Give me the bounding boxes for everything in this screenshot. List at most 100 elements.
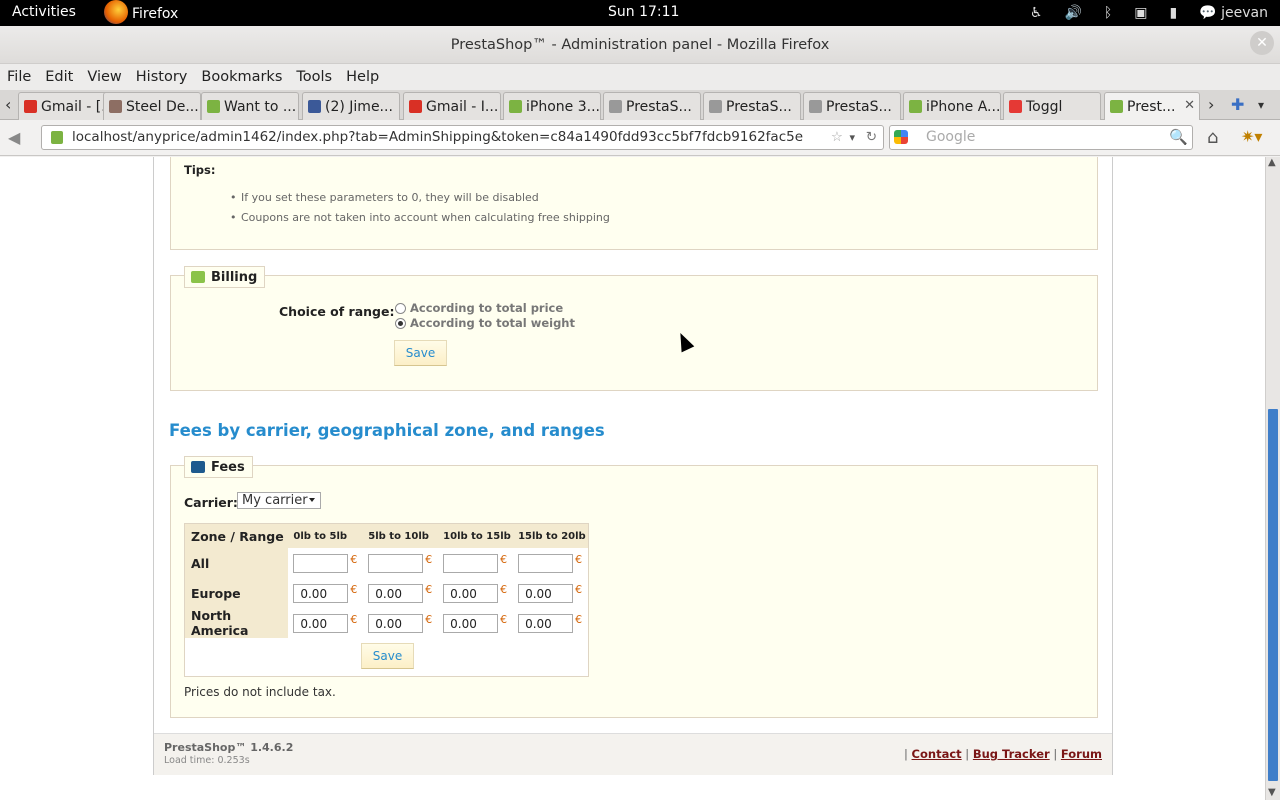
zone-name: North America — [185, 608, 289, 638]
tab-close-icon[interactable]: ✕ — [1184, 98, 1195, 113]
window-close-icon[interactable]: ✕ — [1250, 31, 1274, 55]
currency-symbol: € — [575, 552, 583, 566]
app-menu[interactable]: Firefox — [104, 0, 178, 24]
menu-edit[interactable]: Edit — [45, 69, 73, 85]
fee-input[interactable] — [368, 614, 424, 634]
bluetooth-icon[interactable]: ᛒ — [1104, 5, 1112, 21]
network-icon[interactable]: ▣ — [1134, 5, 1147, 21]
tips-panel: Tips: If you set these parameters to 0, … — [170, 157, 1098, 250]
range-weight-radio[interactable]: According to total weight — [395, 316, 575, 330]
page-viewport: Tips: If you set these parameters to 0, … — [0, 157, 1265, 800]
fee-input[interactable] — [368, 584, 424, 604]
tab[interactable]: Gmail - [... — [18, 92, 116, 120]
menu-file[interactable]: File — [7, 69, 31, 85]
radio-button-selected[interactable] — [395, 317, 406, 329]
tab[interactable]: (2) Jime... — [302, 92, 400, 120]
menu-tools[interactable]: Tools — [296, 69, 332, 85]
addon-icon[interactable]: ✷▾ — [1241, 127, 1262, 146]
carrier-label: Carrier: — [184, 495, 238, 510]
volume-icon[interactable]: 🔊 — [1064, 5, 1081, 21]
page-footer: PrestaShop™ 1.4.6.2 Load time: 0.253s | … — [154, 733, 1112, 775]
gmail-icon — [409, 100, 422, 113]
footer-links: | Contact | Bug Tracker | Forum — [904, 747, 1102, 761]
system-tray: ♿ 🔊 ᛒ ▣ ▮ 💬 jeevan — [1030, 0, 1280, 26]
reload-icon[interactable]: ↻ — [866, 126, 877, 149]
range-price-radio[interactable]: According to total price — [395, 301, 563, 315]
toggl-icon — [1009, 100, 1022, 113]
clock[interactable]: Sun 17:11 — [608, 4, 679, 20]
menu-view[interactable]: View — [87, 69, 121, 85]
fee-input[interactable] — [293, 614, 349, 634]
scroll-up-icon[interactable]: ▲ — [1268, 157, 1276, 168]
tab[interactable]: PrestaS... — [703, 92, 801, 120]
fee-input[interactable] — [443, 584, 499, 604]
google-icon[interactable] — [894, 130, 908, 144]
tax-note: Prices do not include tax. — [184, 685, 336, 699]
tab[interactable]: PrestaS... — [603, 92, 701, 120]
radio-button[interactable] — [395, 302, 406, 314]
prestashop-icon — [207, 100, 220, 113]
tab[interactable]: Gmail - I... — [403, 92, 501, 120]
bookmark-star-icon[interactable]: ☆ — [831, 126, 843, 149]
prestashop-icon — [909, 100, 922, 113]
user-menu[interactable]: 💬 jeevan — [1199, 5, 1268, 21]
tab-scroll-right-icon[interactable]: › — [1208, 95, 1214, 114]
accessibility-icon[interactable]: ♿ — [1030, 5, 1043, 21]
fee-input[interactable] — [518, 554, 574, 574]
zone-name: Europe — [185, 578, 289, 608]
url-bar[interactable]: localhost/anyprice/admin1462/index.php?t… — [41, 125, 884, 150]
tip-item: Coupons are not taken into account when … — [230, 211, 610, 224]
tab-scroll-left-icon[interactable]: ‹ — [5, 95, 11, 114]
window-title-bar: PrestaShop™ - Administration panel - Moz… — [0, 26, 1280, 64]
home-icon[interactable]: ⌂ — [1207, 127, 1218, 148]
column-header: 15lb to 20lb — [513, 524, 588, 548]
fee-input[interactable] — [443, 614, 499, 634]
tab-active[interactable]: Prest... ✕ — [1104, 92, 1200, 120]
scrollbar-thumb[interactable] — [1268, 409, 1278, 781]
scroll-down-icon[interactable]: ▼ — [1268, 787, 1276, 798]
currency-symbol: € — [575, 582, 583, 596]
tab[interactable]: Want to ... — [201, 92, 299, 120]
currency-symbol: € — [350, 582, 358, 596]
search-bar[interactable]: Google 🔍 — [889, 125, 1193, 150]
fee-input[interactable] — [518, 614, 574, 634]
page-scrollbar[interactable]: ▲ ▼ — [1265, 157, 1280, 800]
contact-link[interactable]: Contact — [912, 747, 962, 761]
carrier-select[interactable]: My carrier — [237, 492, 321, 509]
currency-symbol: € — [500, 552, 508, 566]
bug-tracker-link[interactable]: Bug Tracker — [973, 747, 1050, 761]
user-name: jeevan — [1221, 5, 1268, 21]
choice-of-range-label: Choice of range: — [279, 304, 395, 319]
menu-help[interactable]: Help — [346, 69, 379, 85]
site-favicon-icon — [109, 100, 122, 113]
tab[interactable]: PrestaS... — [803, 92, 901, 120]
tab[interactable]: Steel De... — [103, 92, 201, 120]
fee-input[interactable] — [368, 554, 424, 574]
site-identity-icon[interactable] — [51, 131, 63, 144]
tab-list-icon[interactable]: ▾ — [1258, 98, 1264, 112]
fee-input[interactable] — [293, 554, 349, 574]
url-dropdown-icon[interactable]: ▾ — [849, 126, 855, 149]
fee-input[interactable] — [293, 584, 349, 604]
fees-legend: Fees — [184, 456, 253, 478]
fees-save-button[interactable]: Save — [361, 643, 414, 669]
billing-save-button[interactable]: Save — [394, 340, 447, 366]
search-icon[interactable]: 🔍 — [1169, 126, 1188, 149]
tab[interactable]: Toggl — [1003, 92, 1101, 120]
fee-input[interactable] — [518, 584, 574, 604]
forum-link[interactable]: Forum — [1061, 747, 1102, 761]
new-tab-icon[interactable]: ✚ — [1231, 95, 1244, 114]
menu-history[interactable]: History — [136, 69, 188, 85]
fee-input[interactable] — [443, 554, 499, 574]
menu-bookmarks[interactable]: Bookmarks — [201, 69, 282, 85]
fees-table: Zone / Range 0lb to 5lb 5lb to 10lb 10lb… — [185, 524, 588, 638]
prestashop-icon — [509, 100, 522, 113]
activities-button[interactable]: Activities — [12, 4, 76, 20]
tab-bar: ‹ Gmail - [... Steel De... Want to ... (… — [0, 90, 1280, 120]
table-row: North America € € € € — [185, 608, 588, 638]
back-icon[interactable]: ◀ — [8, 128, 20, 147]
battery-icon[interactable]: ▮ — [1170, 5, 1178, 21]
load-time: Load time: 0.253s — [164, 755, 250, 766]
tab[interactable]: iPhone 3... — [503, 92, 601, 120]
tab[interactable]: iPhone A... — [903, 92, 1001, 120]
